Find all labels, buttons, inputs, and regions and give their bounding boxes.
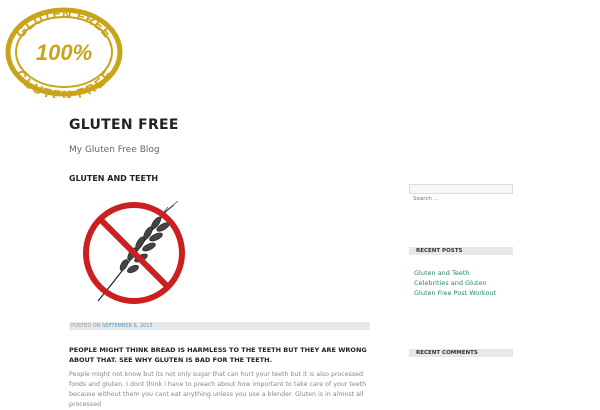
logo-middle-text: 100% — [36, 40, 92, 65]
posted-on-label: POSTED ON — [71, 323, 101, 329]
post-title[interactable]: GLUTEN AND TEETH — [69, 174, 158, 183]
post-meta: POSTED ON SEPTEMBER 6, 2015 — [71, 322, 153, 330]
recent-post-link[interactable]: Celebrities and Gluten — [414, 278, 496, 288]
no-wheat-icon — [83, 200, 185, 304]
post-lead: PEOPLE MIGHT THINK BREAD IS HARMLESS TO … — [69, 346, 367, 364]
svg-text:GLUTEN FREE: GLUTEN FREE — [13, 6, 116, 41]
recent-comments-heading: RECENT COMMENTS — [409, 349, 513, 357]
post-date-link[interactable]: SEPTEMBER 6, 2015 — [102, 323, 153, 329]
recent-posts-heading: RECENT POSTS — [409, 247, 513, 255]
svg-text:GLUTEN FREE: GLUTEN FREE — [12, 67, 115, 98]
gluten-free-logo[interactable]: GLUTEN FREE 100% GLUTEN FREE — [4, 6, 124, 98]
recent-posts-list: Gluten and Teeth Celebrities and Gluten … — [414, 268, 496, 298]
search-box[interactable] — [409, 184, 516, 203]
post-meta-bar: POSTED ON SEPTEMBER 6, 2015 — [69, 322, 370, 330]
post-body: People might not know but its not only s… — [69, 371, 367, 408]
recent-post-link[interactable]: Gluten and Teeth — [414, 268, 496, 278]
recent-post-link[interactable]: Gluten Free Post Workout — [414, 288, 496, 298]
site-description: My Gluten Free Blog — [69, 145, 160, 155]
logo-bottom-text: GLUTEN FREE — [12, 67, 115, 98]
site-title[interactable]: GLUTEN FREE — [69, 117, 179, 133]
search-input[interactable] — [410, 195, 516, 203]
logo-top-text: GLUTEN FREE — [13, 6, 115, 41]
